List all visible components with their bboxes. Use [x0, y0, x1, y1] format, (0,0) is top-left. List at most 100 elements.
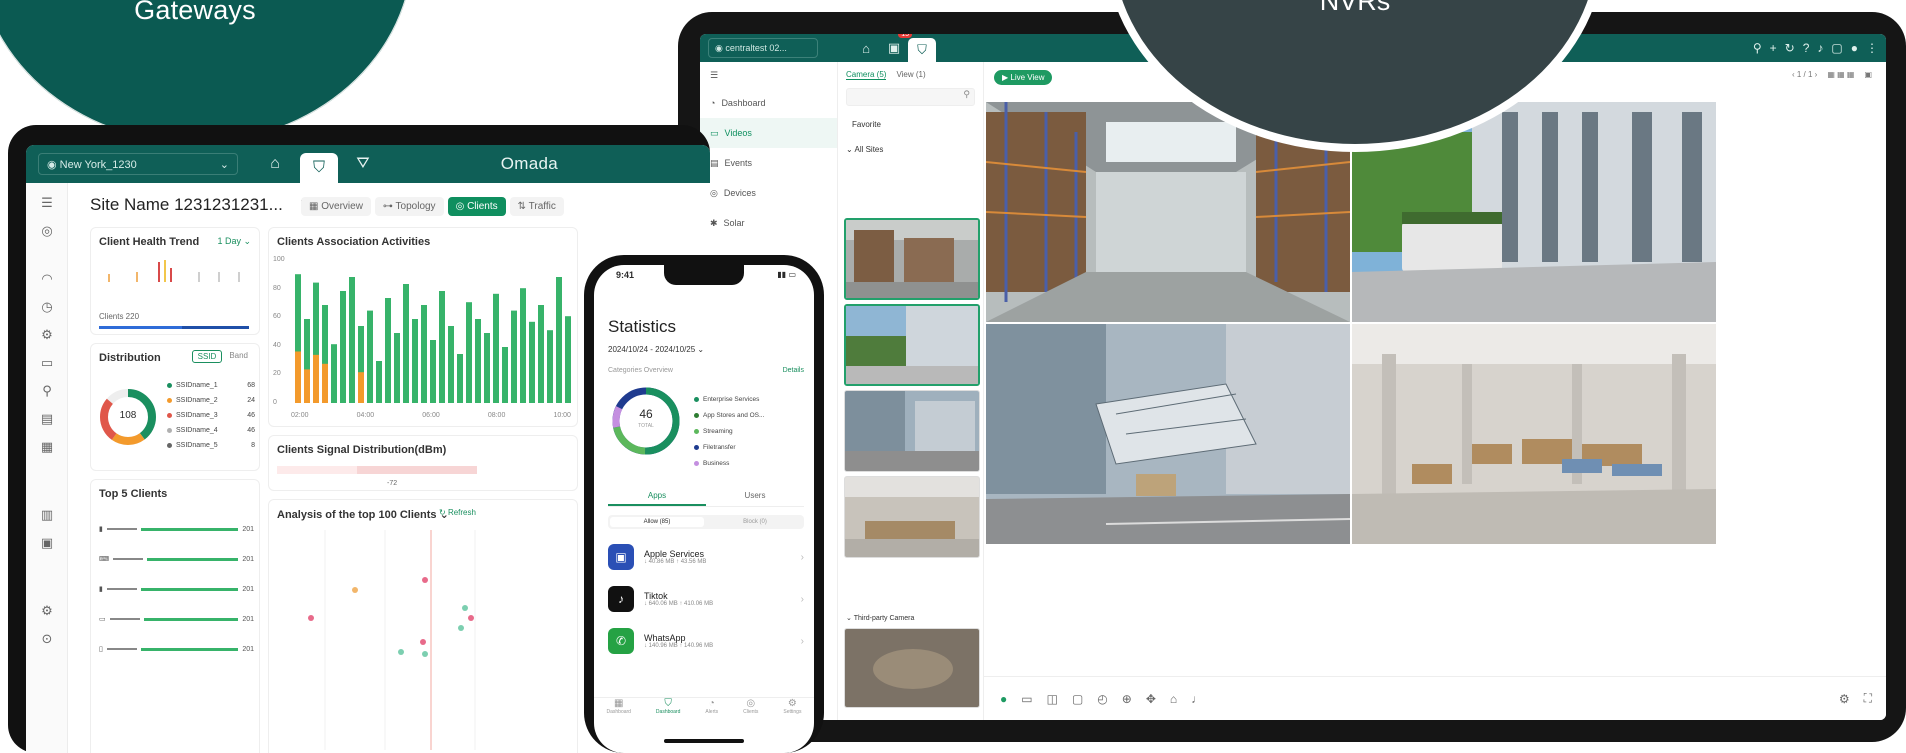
pagination[interactable]: ‹ 1 / 1 › [1792, 70, 1817, 79]
home-icon[interactable]: ⌂ [852, 34, 880, 62]
tab-apps[interactable]: Apps [608, 491, 706, 506]
legend-dot [167, 413, 172, 418]
central-site-select[interactable]: ◉ centraltest 02... [708, 38, 818, 58]
sidebar-item-events[interactable]: ▤ Events [700, 148, 837, 178]
building-icon[interactable]: ▥ [26, 501, 68, 529]
third-party-label[interactable]: ⌄ Third-party Camera [846, 614, 914, 622]
snapshot-icon[interactable]: ◫ [1047, 692, 1058, 706]
more-icon[interactable]: ⋮ [1866, 41, 1878, 55]
home-icon[interactable]: ⌂ [256, 145, 294, 183]
ssid-row[interactable]: SSIDname_2 24 [167, 393, 255, 408]
home-icon[interactable]: ⌂ [1170, 692, 1177, 706]
ssid-row[interactable]: SSIDname_1 68 [167, 378, 255, 393]
globe-icon[interactable]: ◎ [26, 217, 68, 245]
tab-users[interactable]: Users [706, 491, 804, 506]
lock-icon[interactable]: ▣ [26, 529, 68, 557]
tab-view[interactable]: View (1) [896, 70, 925, 80]
tab-topology[interactable]: ⊶ Topology [374, 197, 444, 216]
camera-thumb[interactable] [844, 628, 980, 708]
clock-icon[interactable]: ◷ [26, 293, 68, 321]
nav-clients[interactable]: ◎ Clients [743, 698, 758, 727]
sidebar-item-videos[interactable]: ▭ Videos [700, 118, 837, 148]
menu-icon[interactable]: ☰ [700, 62, 837, 88]
tab-overview[interactable]: ▦ Overview [301, 197, 371, 216]
alerts-icon[interactable]: ▣ 15 [880, 34, 912, 62]
chat-icon[interactable]: ▢ [1831, 41, 1842, 55]
record-icon[interactable]: ▢ [1072, 692, 1083, 706]
expand-icon[interactable]: ⛶ [1864, 691, 1872, 706]
app-traffic: ↓ 40.86 MB ↑ 43.56 MB [644, 559, 707, 565]
sidebar-item-devices[interactable]: ◎ Devices [700, 178, 837, 208]
tab-cameras[interactable]: Camera (5) [846, 70, 887, 80]
add-icon[interactable]: + [1770, 41, 1777, 55]
ssid-row[interactable]: SSIDname_3 46 [167, 408, 255, 423]
ssid-row[interactable]: SSIDname_4 46 [167, 423, 255, 438]
shield-icon[interactable]: ⛉ [300, 153, 338, 183]
hd-icon[interactable]: ▭ [1021, 692, 1032, 706]
search-icon[interactable]: ⚲ [1753, 41, 1762, 55]
location-icon[interactable]: ⚲ [26, 377, 68, 405]
grid-layout-icon[interactable]: ▦ ▦ ▦ [1827, 70, 1854, 79]
app-row-whatsapp[interactable]: ✆ WhatsApp ↓ 140.96 MB ↑ 140.96 MB › [608, 621, 804, 661]
wifi-icon[interactable]: ◠ [26, 265, 68, 293]
ssid-row[interactable]: SSIDname_5 8 [167, 438, 255, 453]
fullscreen-icon[interactable]: ▣ [1864, 70, 1872, 79]
health-range-select[interactable]: 1 Day ⌄ [217, 236, 251, 247]
top5-row[interactable]: ▮ 201 [99, 574, 254, 604]
refresh-button[interactable]: ↻ Refresh [439, 508, 476, 517]
nvr-icon[interactable]: ⛛ [344, 145, 382, 183]
nav-dashboard[interactable]: ▦ Dashboard [606, 698, 630, 727]
top5-row[interactable]: ⌨ 201 [99, 544, 254, 574]
nav-alerts[interactable]: ◔ Alerts [705, 698, 718, 727]
live-view-button[interactable]: ▶ Live View [994, 70, 1053, 85]
all-sites-label[interactable]: ⌄ All Sites [838, 139, 983, 160]
help-icon[interactable]: ⊙ [26, 625, 68, 653]
camera-thumb[interactable] [844, 304, 980, 386]
tab-ssid[interactable]: SSID [191, 350, 223, 363]
sidebar-item-solar[interactable]: ✱ Solar [700, 208, 837, 238]
tab-traffic[interactable]: ⇅ Traffic [509, 197, 564, 216]
doc-icon[interactable]: ▤ [26, 405, 68, 433]
camera-tile-hall[interactable] [1352, 324, 1716, 544]
site-select[interactable]: ◉ New York_1230 ⌄ [38, 153, 238, 175]
top5-row[interactable]: ▯ 201 [99, 634, 254, 664]
nav-settings[interactable]: ⚙ Settings [783, 698, 801, 727]
zoom-icon[interactable]: ⊕ [1122, 692, 1132, 706]
top5-row[interactable]: ▮ 201 [99, 514, 254, 544]
monitor-icon[interactable]: ▭ [26, 349, 68, 377]
collapse-icon[interactable]: ☰ [26, 189, 68, 217]
legend-label: App Stores and OS... [703, 411, 765, 419]
monitor-icon: ▭ [99, 616, 106, 623]
avatar-icon[interactable]: ● [1851, 41, 1858, 55]
tab-band[interactable]: Band [224, 350, 253, 363]
nvr-shield-icon[interactable]: ⛉ [908, 38, 936, 62]
camera-search-input[interactable]: ⚲ [846, 88, 975, 106]
bell-icon[interactable]: ♪ [1817, 41, 1823, 55]
settings-icon[interactable]: ⚙ [26, 321, 68, 349]
mic-icon[interactable]: ♩ [1191, 692, 1203, 706]
help-icon[interactable]: ? [1803, 41, 1810, 55]
playback-icon[interactable]: ◴ [1097, 692, 1107, 706]
ptz-icon[interactable]: ✥ [1146, 692, 1156, 706]
favorite-label[interactable]: Favorite [838, 110, 983, 139]
settings-icon[interactable]: ⚙ [1839, 692, 1850, 706]
tab-clients[interactable]: ◎ Clients [447, 197, 506, 216]
details-link[interactable]: Details [783, 367, 804, 374]
list-icon[interactable]: ▦ [26, 433, 68, 461]
camera-tile-building[interactable] [986, 324, 1350, 544]
play-icon[interactable]: ● [1000, 692, 1007, 706]
gear-icon[interactable]: ⚙ [26, 597, 68, 625]
sidebar-item-dashboard[interactable]: ◔ Dashboard [700, 88, 837, 118]
camera-thumb[interactable] [844, 390, 980, 472]
nav-dashboard-active[interactable]: ⛉ Dashboard [656, 698, 680, 727]
camera-thumb[interactable] [844, 476, 980, 558]
filter-block[interactable]: Block (0) [706, 515, 804, 529]
refresh-icon[interactable]: ↻ [1785, 41, 1795, 55]
camera-thumb[interactable] [844, 218, 980, 300]
filter-allow[interactable]: Allow (85) [610, 517, 704, 527]
app-row-apple[interactable]: ▣ Apple Services ↓ 40.86 MB ↑ 43.56 MB › [608, 537, 804, 577]
date-range-select[interactable]: 2024/10/24 - 2024/10/25 ⌄ [608, 345, 704, 354]
top100-title[interactable]: Analysis of the top 100 Clients ⌄ [277, 508, 449, 521]
app-row-tiktok[interactable]: ♪ Tiktok ↓ 640.06 MB ↑ 410.06 MB › [608, 579, 804, 619]
top5-row[interactable]: ▭ 201 [99, 604, 254, 634]
